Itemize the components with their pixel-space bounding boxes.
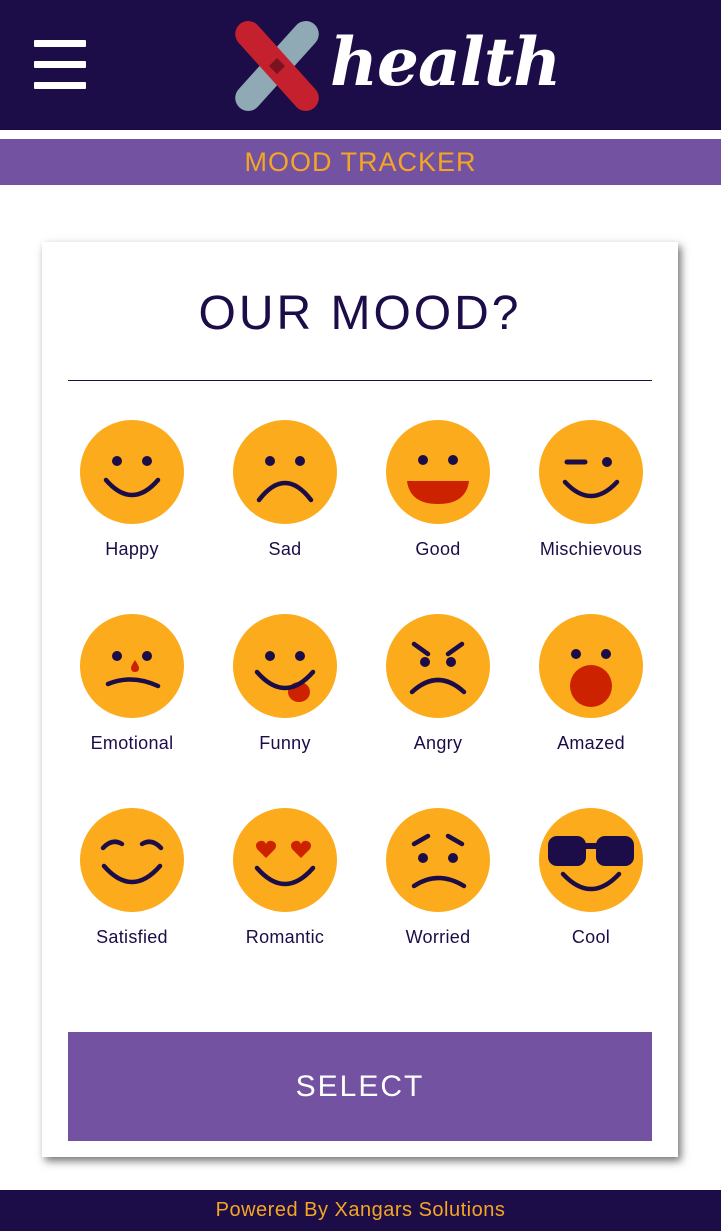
mood-option-satisfied[interactable]: Satisfied [62,808,202,958]
footer-credit: Powered By Xangars Solutions [215,1199,506,1221]
mood-option-good[interactable]: Good [368,420,508,570]
mood-label: Amazed [557,733,625,753]
mood-label: Funny [259,733,311,753]
heart-eyes-face-icon [233,808,337,912]
app-logo: health [230,18,561,112]
mood-label: Happy [105,539,159,559]
logo-wordmark: health [330,23,561,101]
mood-label: Sad [268,539,302,559]
app-header: health [0,0,721,130]
mood-label: Worried [405,927,471,947]
mood-grid: Happy Sad Good Mischievous Emotional Fun… [42,242,678,1002]
mood-label: Good [415,539,461,559]
mood-option-angry[interactable]: Angry [368,614,508,764]
mood-option-sad[interactable]: Sad [215,420,355,570]
x-logo-icon [235,21,319,111]
content-face-icon [80,808,184,912]
mood-label: Romantic [245,927,325,947]
sad-face-icon [233,420,337,524]
mood-option-emotional[interactable]: Emotional [62,614,202,764]
happy-face-icon [80,420,184,524]
sunglasses-face-icon [539,808,643,912]
mood-label: Mischievous [539,539,643,559]
mood-label: Cool [571,927,611,947]
mood-option-amazed[interactable]: Amazed [521,614,661,764]
mood-option-worried[interactable]: Worried [368,808,508,958]
app-footer: Powered By Xangars Solutions [0,1190,721,1231]
hamburger-menu-button[interactable] [34,40,86,90]
page-title: MOOD TRACKER [244,147,477,177]
select-button[interactable]: SELECT [68,1032,652,1141]
mood-label: Emotional [90,733,174,753]
mood-card: OUR MOOD? Happy Sad Good Mischievous Emo… [42,242,678,1157]
mood-option-happy[interactable]: Happy [62,420,202,570]
page-title-bar: MOOD TRACKER [0,139,721,185]
mood-label: Angry [413,733,463,753]
tear-face-icon [80,614,184,718]
worried-face-icon [386,808,490,912]
mood-option-funny[interactable]: Funny [215,614,355,764]
mood-option-mischievous[interactable]: Mischievous [521,420,661,570]
mood-label: Satisfied [96,927,168,947]
grin-face-icon [386,420,490,524]
angry-face-icon [386,614,490,718]
wink-face-icon [539,420,643,524]
tongue-face-icon [233,614,337,718]
surprised-face-icon [539,614,643,718]
mood-option-cool[interactable]: Cool [521,808,661,958]
mood-option-romantic[interactable]: Romantic [215,808,355,958]
